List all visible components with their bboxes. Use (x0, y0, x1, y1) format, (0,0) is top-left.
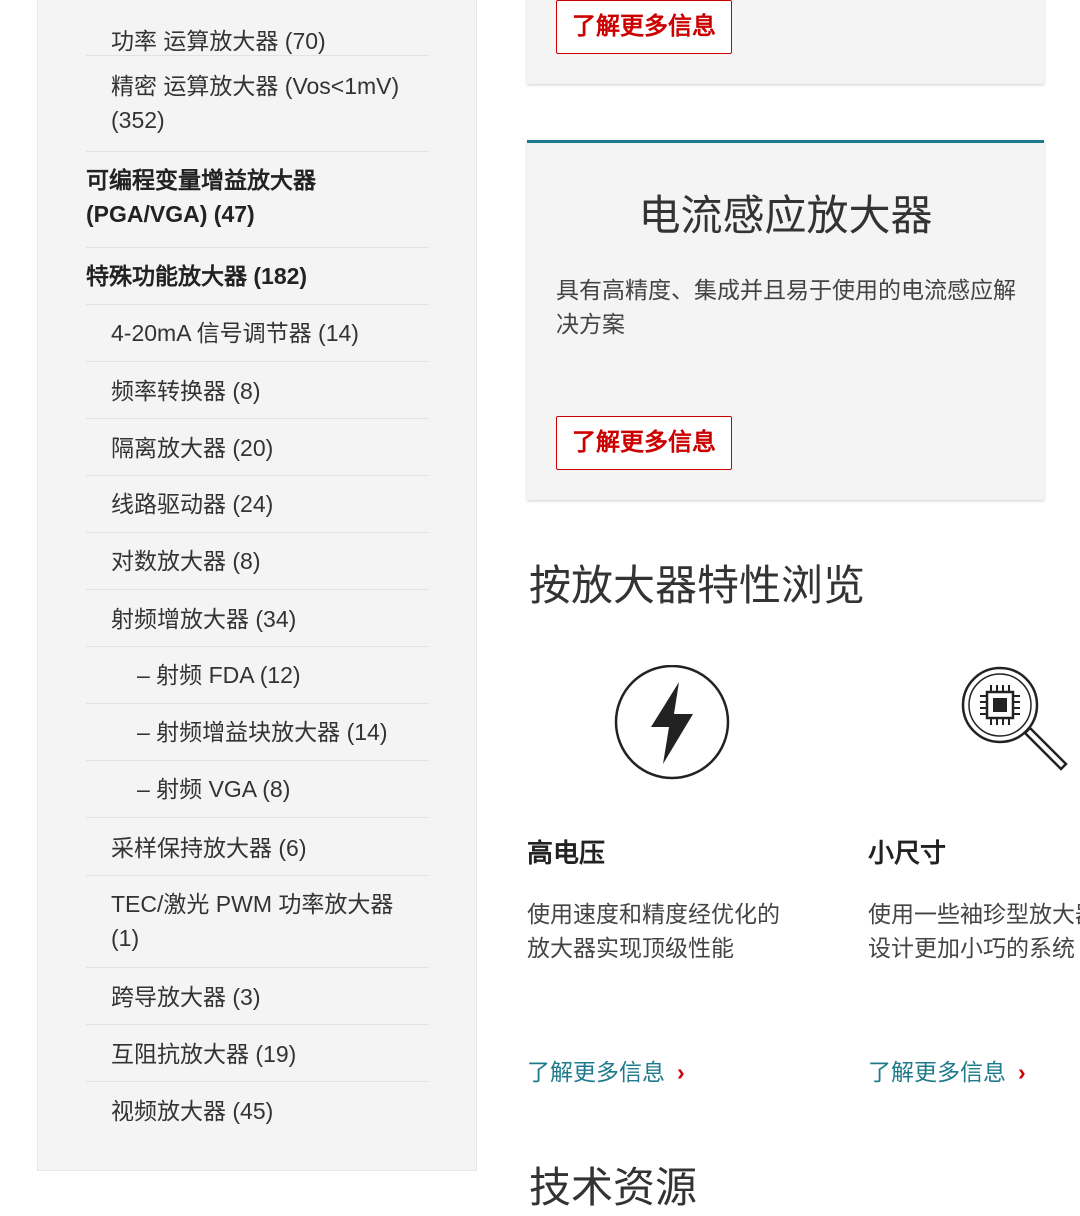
main-content: 了解更多信息 电流感应放大器 具有高精度、集成并且易于使用的电流感应解决方案 了… (527, 0, 1080, 1212)
sidebar-item-label: 线路驱动器 (24) (111, 491, 274, 517)
feature-description: 使用一些袖珍型放大器 设计更加小巧的系统 (868, 901, 1080, 961)
sidebar-item-rf-vga[interactable]: – 射频 VGA (8) (86, 761, 429, 818)
sidebar-item-label: TEC/激光 PWM 功率放大器 (1) (111, 891, 394, 951)
chevron-right-icon: › (1018, 1059, 1026, 1085)
sidebar-item-power-opamp[interactable]: 功率 运算放大器 (70) (86, 0, 429, 56)
sidebar-item-label: – 射频增益块放大器 (14) (137, 719, 388, 745)
sidebar-item-transimpedance[interactable]: 互阻抗放大器 (19) (86, 1025, 429, 1082)
sidebar-item-video-amp[interactable]: 视频放大器 (45) (86, 1082, 429, 1139)
lightning-bolt-icon (614, 665, 730, 780)
sidebar-item-rf-gain-block[interactable]: – 射频增益块放大器 (14) (86, 704, 429, 761)
sidebar-item-label: 特殊功能放大器 (182) (86, 263, 308, 289)
sidebar-item-transconductance[interactable]: 跨导放大器 (3) (86, 968, 429, 1025)
sidebar-item-special-function[interactable]: 特殊功能放大器 (182) (86, 248, 429, 305)
sidebar-item-label: 互阻抗放大器 (19) (111, 1041, 297, 1067)
sidebar-item-precision-opamp[interactable]: 精密 运算放大器 (Vos<1mV) (352) (86, 56, 429, 152)
sidebar-item-log-amp[interactable]: 对数放大器 (8) (86, 533, 429, 590)
sidebar-item-label: 对数放大器 (8) (111, 548, 261, 574)
feature-description: 使用速度和精度经优化的 放大器实现顶级性能 (527, 901, 780, 961)
sidebar-item-label: 采样保持放大器 (6) (111, 835, 307, 861)
sidebar-item-label: 视频放大器 (45) (111, 1098, 274, 1124)
feature-title: 高电压 (527, 838, 606, 868)
sidebar-item-label: – 射频 FDA (12) (137, 662, 301, 688)
sidebar-item-label: 4-20mA 信号调节器 (14) (111, 320, 359, 346)
learn-more-link[interactable]: 了解更多信息 › (868, 1055, 1026, 1089)
sidebar-item-label: 频率转换器 (8) (111, 378, 261, 404)
sidebar-item-rf-fda[interactable]: – 射频 FDA (12) (86, 647, 429, 704)
sidebar-item-label: 精密 运算放大器 (Vos<1mV) (352) (111, 73, 400, 133)
chip-magnifier-icon (961, 666, 1068, 771)
browse-by-feature-heading: 按放大器特性浏览 (529, 562, 866, 609)
sidebar-item-frequency-converter[interactable]: 频率转换器 (8) (86, 362, 429, 419)
sidebar-item-label: 功率 运算放大器 (70) (111, 28, 326, 54)
feature-title: 小尺寸 (868, 838, 947, 868)
learn-more-button[interactable]: 了解更多信息 (556, 0, 732, 54)
sidebar-item-line-driver[interactable]: 线路驱动器 (24) (86, 476, 429, 533)
sidebar-item-pga-vga[interactable]: 可编程变量增益放大器 (PGA/VGA) (47) (86, 152, 429, 248)
category-sidebar: 功率 运算放大器 (70) 精密 运算放大器 (Vos<1mV) (352) 可… (37, 0, 477, 1171)
sidebar-item-sample-hold[interactable]: 采样保持放大器 (6) (86, 818, 429, 876)
chevron-right-icon: › (677, 1059, 685, 1085)
sidebar-item-tec-laser[interactable]: TEC/激光 PWM 功率放大器 (1) (86, 876, 429, 968)
category-list: 功率 运算放大器 (70) 精密 运算放大器 (Vos<1mV) (352) 可… (86, 0, 429, 1139)
sidebar-item-label: 隔离放大器 (20) (111, 435, 274, 461)
product-card-top: 了解更多信息 (527, 0, 1044, 84)
link-label: 了解更多信息 (527, 1059, 665, 1085)
sidebar-item-4-20ma[interactable]: 4-20mA 信号调节器 (14) (86, 305, 429, 362)
card-description: 具有高精度、集成并且易于使用的电流感应解决方案 (556, 277, 1016, 337)
link-label: 了解更多信息 (868, 1059, 1006, 1085)
learn-more-button[interactable]: 了解更多信息 (556, 416, 732, 470)
sidebar-item-label: 射频增放大器 (34) (111, 606, 297, 632)
card-title: 电流感应放大器 (638, 192, 933, 239)
learn-more-link[interactable]: 了解更多信息 › (527, 1055, 685, 1089)
technical-resources-heading: 技术资源 (529, 1164, 698, 1211)
sidebar-item-isolation-amp[interactable]: 隔离放大器 (20) (86, 419, 429, 476)
sidebar-item-label: 可编程变量增益放大器 (PGA/VGA) (47) (86, 167, 316, 227)
sidebar-item-rf-amp[interactable]: 射频增放大器 (34) (86, 590, 429, 647)
sidebar-item-label: 跨导放大器 (3) (111, 984, 261, 1010)
sidebar-item-label: – 射频 VGA (8) (137, 776, 291, 802)
current-sense-amplifier-card: 电流感应放大器 具有高精度、集成并且易于使用的电流感应解决方案 了解更多信息 (527, 140, 1044, 500)
